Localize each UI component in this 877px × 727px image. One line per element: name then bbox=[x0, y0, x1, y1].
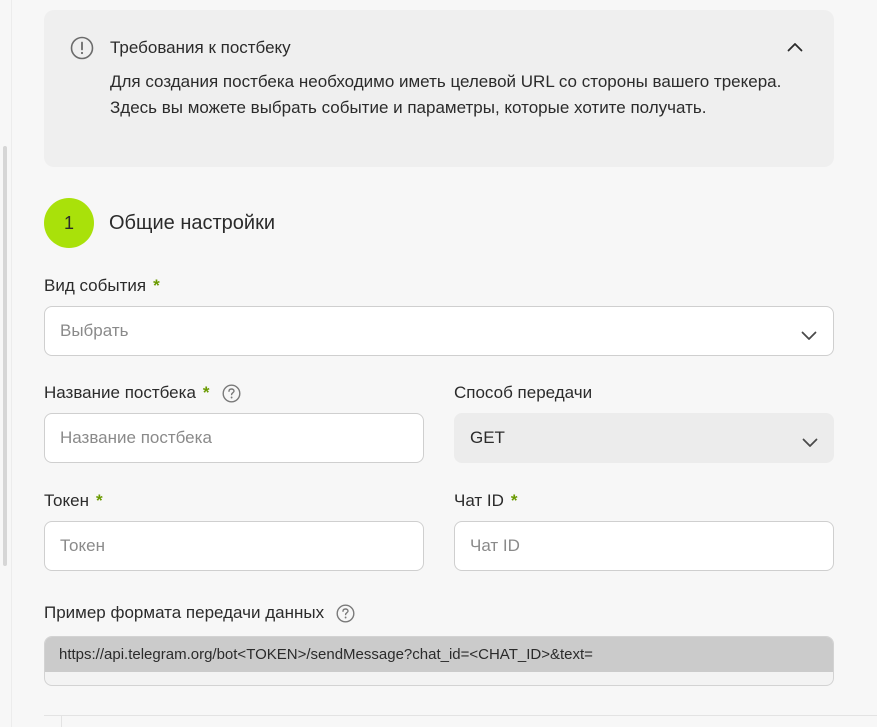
example-label-text: Пример формата передачи данных bbox=[44, 603, 325, 622]
required-mark: * bbox=[95, 491, 103, 510]
token-field[interactable] bbox=[44, 521, 424, 571]
collapse-button[interactable] bbox=[783, 38, 807, 58]
divider bbox=[44, 715, 877, 716]
chevron-down-icon bbox=[801, 326, 817, 340]
postback-name-input[interactable] bbox=[60, 428, 423, 448]
question-circle-icon[interactable] bbox=[336, 603, 355, 623]
example-label: Пример формата передачи данных bbox=[44, 603, 355, 623]
token-label: Токен * bbox=[44, 491, 103, 511]
event-type-select[interactable]: Выбрать bbox=[44, 306, 834, 356]
divider bbox=[61, 715, 62, 727]
token-label-text: Токен bbox=[44, 491, 89, 510]
postback-name-field[interactable] bbox=[44, 413, 424, 463]
step-title: Общие настройки bbox=[109, 212, 275, 234]
chat-id-input[interactable] bbox=[470, 536, 833, 556]
token-input[interactable] bbox=[60, 536, 423, 556]
chat-id-label-text: Чат ID bbox=[454, 491, 504, 510]
example-format-value: https://api.telegram.org/bot<TOKEN>/send… bbox=[45, 637, 833, 672]
exclamation-circle-icon bbox=[70, 36, 94, 60]
event-type-label: Вид события * bbox=[44, 276, 160, 296]
question-circle-icon[interactable] bbox=[222, 383, 241, 403]
requirements-info-box: Требования к постбеку Для создания постб… bbox=[44, 10, 834, 167]
required-mark: * bbox=[510, 491, 518, 510]
scrollbar-track[interactable] bbox=[0, 0, 12, 727]
chevron-up-icon bbox=[787, 39, 803, 57]
step-number-badge: 1 bbox=[44, 198, 94, 248]
transfer-method-label: Способ передачи bbox=[454, 383, 592, 403]
transfer-method-value: GET bbox=[470, 428, 505, 447]
postback-name-label-text: Название постбека bbox=[44, 383, 196, 402]
requirements-text: Для создания постбека необходимо иметь ц… bbox=[110, 72, 782, 117]
transfer-method-select[interactable]: GET bbox=[454, 413, 834, 463]
transfer-method-label-text: Способ передачи bbox=[454, 383, 593, 402]
postback-name-label: Название постбека * bbox=[44, 383, 241, 403]
chat-id-field[interactable] bbox=[454, 521, 834, 571]
requirements-title: Требования к постбеку bbox=[110, 38, 291, 57]
chevron-down-icon bbox=[802, 433, 818, 447]
example-format-box: https://api.telegram.org/bot<TOKEN>/send… bbox=[44, 636, 834, 686]
event-type-placeholder: Выбрать bbox=[60, 321, 129, 340]
required-mark: * bbox=[153, 276, 160, 295]
event-type-label-text: Вид события bbox=[44, 276, 147, 295]
required-mark: * bbox=[202, 383, 210, 402]
scrollbar-thumb[interactable] bbox=[3, 146, 7, 566]
chat-id-label: Чат ID * bbox=[454, 491, 518, 511]
